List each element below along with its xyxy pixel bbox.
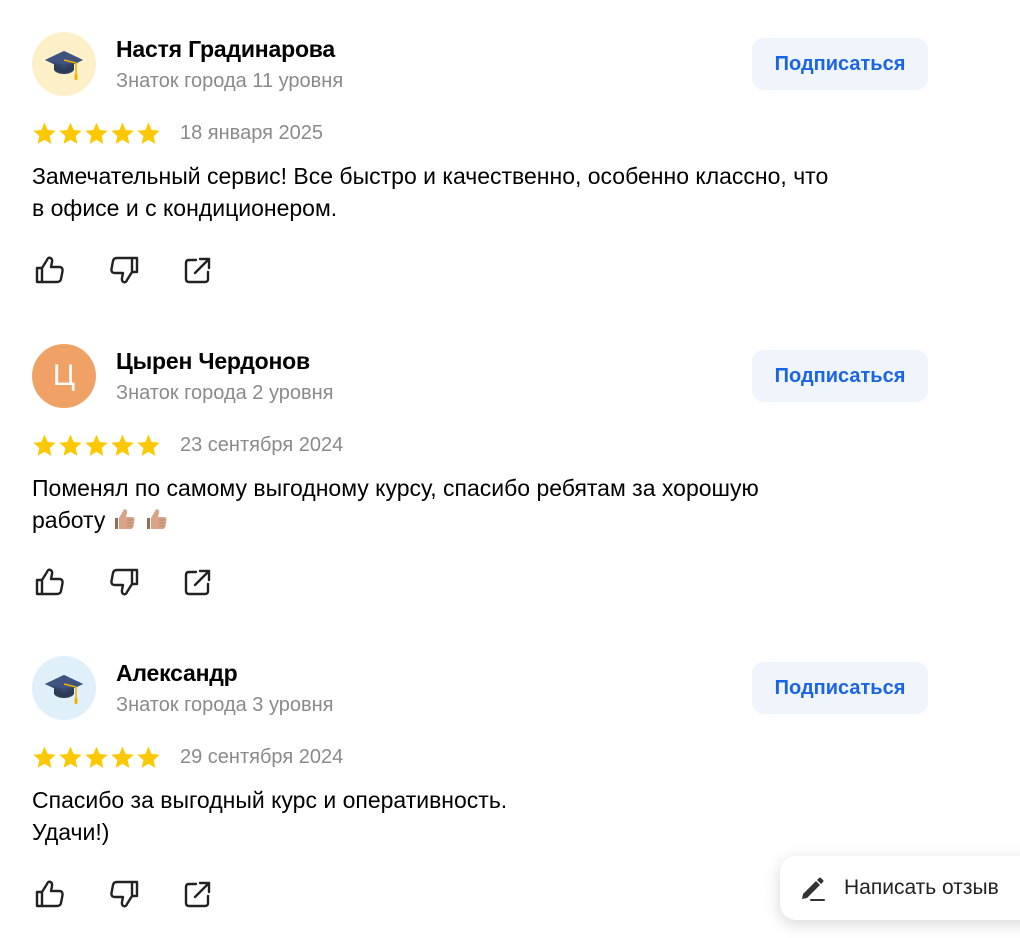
reviewer-name[interactable]: Настя Градинарова [116,36,335,63]
avatar-letter: Ц [52,359,76,392]
dislike-button[interactable] [106,252,142,288]
review-date: 29 сентября 2024 [180,746,344,768]
pencil-icon [802,877,825,901]
star-icon [85,746,108,768]
star-icon [111,434,134,456]
star-icon [137,434,160,456]
rating-stars [32,121,161,146]
star-icon [85,434,108,456]
review-date: 23 сентября 2024 [180,434,344,456]
thumbs-up-icon [35,568,64,596]
review-text-line-content: работу [32,507,106,533]
star-icon [111,746,134,768]
like-button[interactable] [32,876,68,912]
graduation-cap-icon [45,675,83,704]
dislike-button[interactable] [106,564,142,600]
thumbs-up-emoji [115,509,135,529]
dislike-button[interactable] [106,876,142,912]
star-icon [85,122,108,144]
share-icon [184,257,211,284]
review-text-line: Замечательный сервис! Все быстро и качес… [32,163,829,189]
subscribe-button[interactable]: Подписаться [752,662,928,714]
review-text-line: Удачи!) [32,819,110,845]
star-icon [33,434,56,456]
write-review-label: Написать отзыв [844,876,999,899]
review-card: Ц Цырен Чердонов Знаток города 2 уровня … [0,312,1020,624]
like-button[interactable] [32,252,68,288]
reviewer-name[interactable]: Александр [116,660,238,687]
thumbs-down-icon [110,256,139,284]
thumbs-up-icon [35,880,64,908]
reviewer-level: Знаток города 11 уровня [116,70,344,92]
share-button[interactable] [180,252,216,288]
star-icon [137,746,160,768]
like-button[interactable] [32,564,68,600]
star-icon [59,122,82,144]
thumbs-down-icon [110,880,139,908]
reviewer-level: Знаток города 2 уровня [116,382,334,404]
thumbs-down-icon [110,568,139,596]
reviewer-level: Знаток города 3 уровня [116,694,334,716]
review-text-line: Спасибо за выгодный курс и оперативность… [32,787,508,813]
star-icon [33,122,56,144]
share-button[interactable] [180,564,216,600]
star-icon [59,434,82,456]
avatar[interactable]: Ц [32,344,96,408]
rating-stars [32,745,161,770]
share-button[interactable] [180,876,216,912]
review-actions [32,876,216,912]
reviewer-name[interactable]: Цырен Чердонов [116,348,310,375]
review-actions [32,252,216,288]
subscribe-button[interactable]: Подписаться [752,350,928,402]
review-text: Поменял по самому выгодному курсу, спаси… [32,472,932,536]
avatar[interactable] [32,656,96,720]
review-date: 18 января 2025 [180,122,323,144]
star-icon [59,746,82,768]
review-card: Настя Градинарова Знаток города 11 уровн… [0,0,1020,312]
star-icon [137,122,160,144]
star-icon [111,122,134,144]
star-icon [33,746,56,768]
thumbs-up-icon [35,256,64,284]
review-text-line: работу [32,504,932,536]
avatar[interactable] [32,32,96,96]
rating-stars [32,433,161,458]
graduation-cap-icon [45,51,83,80]
review-text: Спасибо за выгодный курс и оперативность… [32,784,932,848]
review-text: Замечательный сервис! Все быстро и качес… [32,160,932,224]
write-review-button[interactable]: Написать отзыв [780,856,1020,920]
subscribe-button[interactable]: Подписаться [752,38,928,90]
share-icon [184,881,211,908]
share-icon [184,569,211,596]
thumbs-up-emoji [147,509,167,529]
review-text-line: в офисе и с кондиционером. [32,195,338,221]
review-actions [32,564,216,600]
review-text-line: Поменял по самому выгодному курсу, спаси… [32,475,759,501]
